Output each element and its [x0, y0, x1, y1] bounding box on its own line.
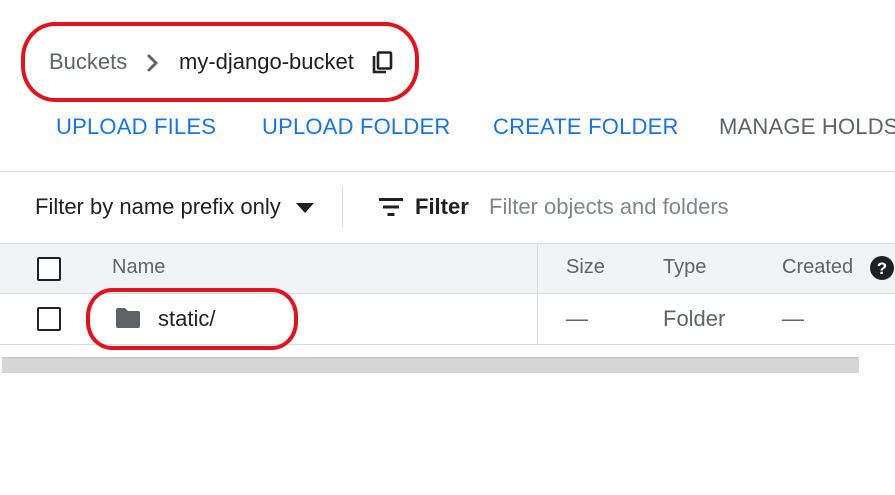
filter-lines-icon [379, 198, 403, 216]
caret-down-icon[interactable] [295, 202, 315, 214]
column-separator [537, 243, 538, 345]
row-created: — [782, 306, 804, 331]
toolbar-divider [0, 171, 895, 172]
column-header-size[interactable]: Size [566, 256, 605, 279]
row-size: — [566, 306, 588, 331]
breadcrumb-buckets-link[interactable]: Buckets [49, 49, 127, 75]
help-icon[interactable]: ? [869, 255, 895, 281]
folder-icon [116, 308, 140, 328]
filter-separator [342, 186, 343, 228]
row-type: Folder [663, 306, 726, 331]
horizontal-scrollbar[interactable] [2, 357, 859, 373]
select-all-checkbox[interactable] [37, 257, 61, 281]
filter-mode-select[interactable]: Filter by name prefix only [35, 194, 281, 220]
breadcrumb-current-bucket: my-django-bucket [179, 49, 354, 74]
filter-objects-input[interactable] [489, 192, 889, 222]
upload-folder-button[interactable]: UPLOAD FOLDER [262, 114, 450, 140]
copy-icon[interactable] [370, 50, 396, 76]
manage-holds-button[interactable]: MANAGE HOLDS [719, 114, 895, 140]
svg-text:?: ? [877, 259, 887, 278]
upload-files-button[interactable]: UPLOAD FILES [56, 114, 216, 140]
column-header-created[interactable]: Created [782, 256, 853, 279]
column-header-name[interactable]: Name [112, 256, 165, 279]
row-checkbox[interactable] [37, 307, 61, 331]
column-header-type[interactable]: Type [663, 256, 706, 279]
chevron-right-icon [147, 54, 158, 72]
filter-label: Filter [415, 194, 469, 219]
create-folder-button[interactable]: CREATE FOLDER [493, 114, 679, 140]
row-name-link[interactable]: static/ [158, 306, 215, 332]
